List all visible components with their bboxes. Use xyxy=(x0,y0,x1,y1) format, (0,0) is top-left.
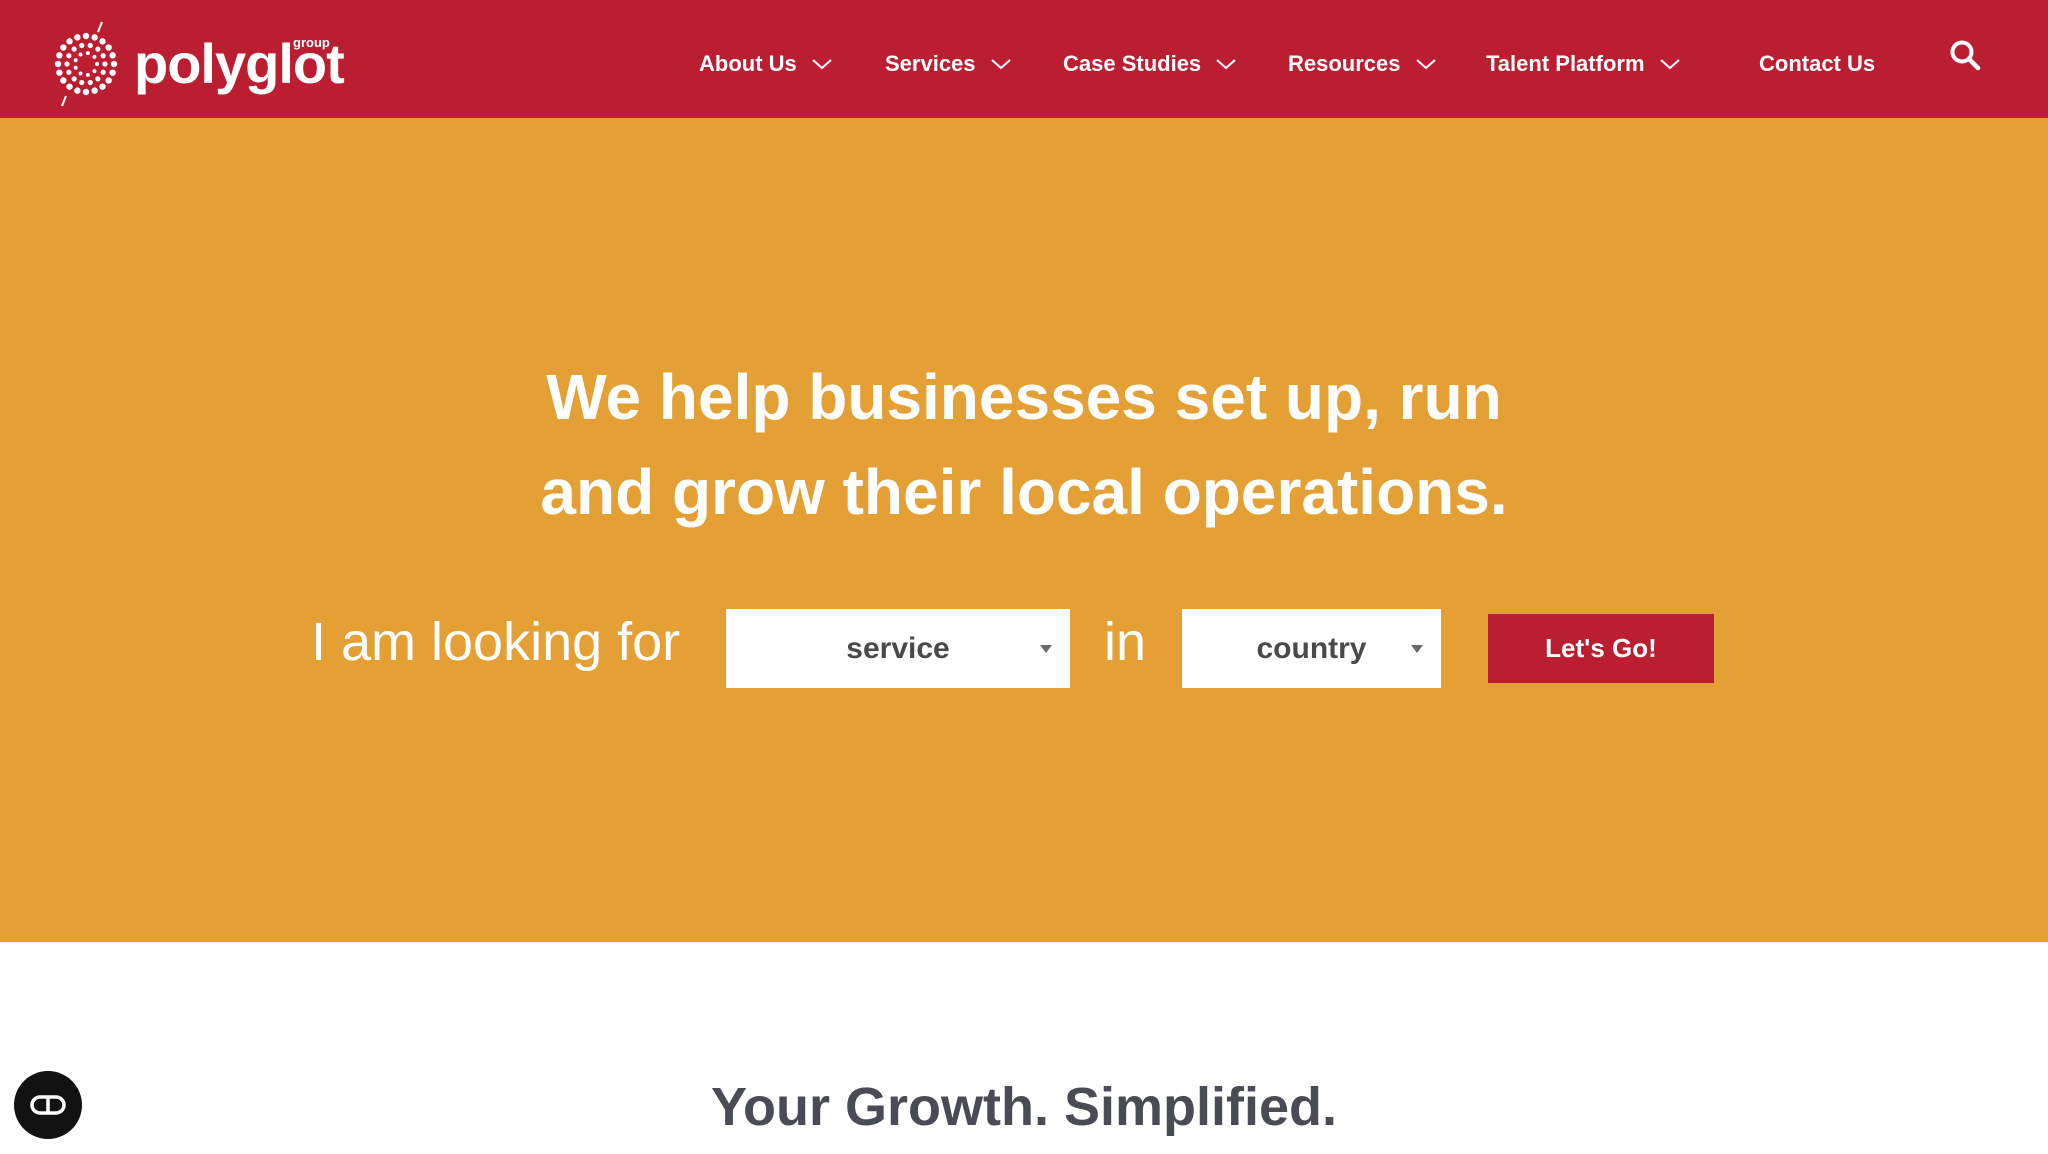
logo[interactable]: polyglot group xyxy=(50,20,360,110)
lets-go-button[interactable]: Let's Go! xyxy=(1488,614,1714,683)
logo-dot xyxy=(82,32,90,40)
nav-label: Case Studies xyxy=(1063,51,1202,76)
nav-services[interactable]: Services xyxy=(885,48,1012,80)
nav-label: About Us xyxy=(699,51,797,76)
nav-label: Resources xyxy=(1288,51,1401,76)
search-icon[interactable] xyxy=(1948,38,1982,72)
logo-dot xyxy=(95,76,101,82)
looking-for-label: I am looking for xyxy=(311,612,681,672)
chevron-down-icon xyxy=(812,59,832,70)
logo-dot xyxy=(74,34,81,41)
hero-title-line1: We help businesses set up, run xyxy=(546,361,1502,433)
logo-dot xyxy=(85,72,90,77)
logo-dot xyxy=(66,83,73,90)
country-select[interactable]: country xyxy=(1182,609,1441,688)
logo-dot xyxy=(87,79,93,86)
chevron-down-icon xyxy=(1415,59,1436,70)
service-select[interactable]: service xyxy=(726,609,1070,688)
logo-dot xyxy=(109,69,116,76)
logo-dot xyxy=(95,46,101,52)
hero-title: We help businesses set up, run and grow … xyxy=(0,350,2048,540)
logo-dot xyxy=(85,51,90,56)
logo-dot xyxy=(99,38,106,45)
nav-contact-us[interactable]: Contact Us xyxy=(1759,48,1875,80)
logo-dot xyxy=(74,87,81,94)
accessibility-widget-button[interactable] xyxy=(14,1071,82,1139)
logo-dot xyxy=(79,79,85,86)
country-select-value: country xyxy=(1256,631,1367,665)
logo-dot xyxy=(100,53,106,59)
logo-dot xyxy=(64,61,70,67)
logo-dot xyxy=(78,71,83,76)
logo-dot xyxy=(73,65,78,70)
accessibility-icon xyxy=(30,1095,66,1115)
page: polyglot group About Us Services Case St… xyxy=(0,0,2048,1154)
logo-dot xyxy=(78,52,83,57)
logo-dot xyxy=(87,42,93,49)
logo-dot xyxy=(66,53,72,59)
logo-dot xyxy=(105,44,112,51)
nav-case-studies[interactable]: Case Studies xyxy=(1063,48,1237,80)
nav-label: Contact Us xyxy=(1759,51,1876,76)
logo-dot xyxy=(109,52,116,59)
logo-superscript: group xyxy=(293,35,330,50)
logo-dot xyxy=(105,77,112,84)
nav-resources[interactable]: Resources xyxy=(1288,48,1437,80)
nav-label: Talent Platform xyxy=(1486,51,1645,76)
logo-dot xyxy=(71,46,77,52)
chevron-down-icon xyxy=(1659,59,1680,70)
chevron-down-icon xyxy=(1216,59,1236,70)
nav-label: Services xyxy=(885,51,976,76)
logo-dot xyxy=(66,69,72,75)
logo-dot xyxy=(56,69,63,76)
site-header: polyglot group About Us Services Case St… xyxy=(0,0,2048,118)
logo-dot xyxy=(95,62,99,66)
logo-dot xyxy=(66,38,73,45)
logo-dot xyxy=(60,44,67,51)
logo-dot xyxy=(91,87,98,94)
logo-dot xyxy=(92,54,97,59)
hero-section: We help businesses set up, run and grow … xyxy=(0,118,2048,942)
chevron-down-icon xyxy=(990,59,1011,70)
logo-dot xyxy=(82,88,90,96)
in-label: in xyxy=(1104,612,1147,672)
logo-sun-icon xyxy=(54,21,118,107)
logo-dot xyxy=(92,69,97,74)
logo-dot xyxy=(110,60,118,68)
service-select-value: service xyxy=(846,631,950,665)
caret-down-icon xyxy=(1040,645,1052,653)
hero-title-line2: and grow their local operations. xyxy=(540,456,1508,528)
logo-dot xyxy=(56,52,63,59)
nav-about-us[interactable]: About Us xyxy=(699,48,833,80)
logo-dot xyxy=(100,69,106,75)
nav-talent-platform[interactable]: Talent Platform xyxy=(1486,48,1681,80)
logo-dot xyxy=(99,83,106,90)
logo-dot xyxy=(73,58,78,63)
logo-dot xyxy=(91,34,98,41)
section-subtitle: Your Growth. Simplified. xyxy=(710,1077,1337,1137)
logo-dot xyxy=(71,76,77,82)
logo-dot xyxy=(60,77,67,84)
logo-dot xyxy=(54,60,62,68)
caret-down-icon xyxy=(1411,645,1423,653)
logo-dot xyxy=(79,42,85,49)
logo-dot xyxy=(102,61,108,67)
